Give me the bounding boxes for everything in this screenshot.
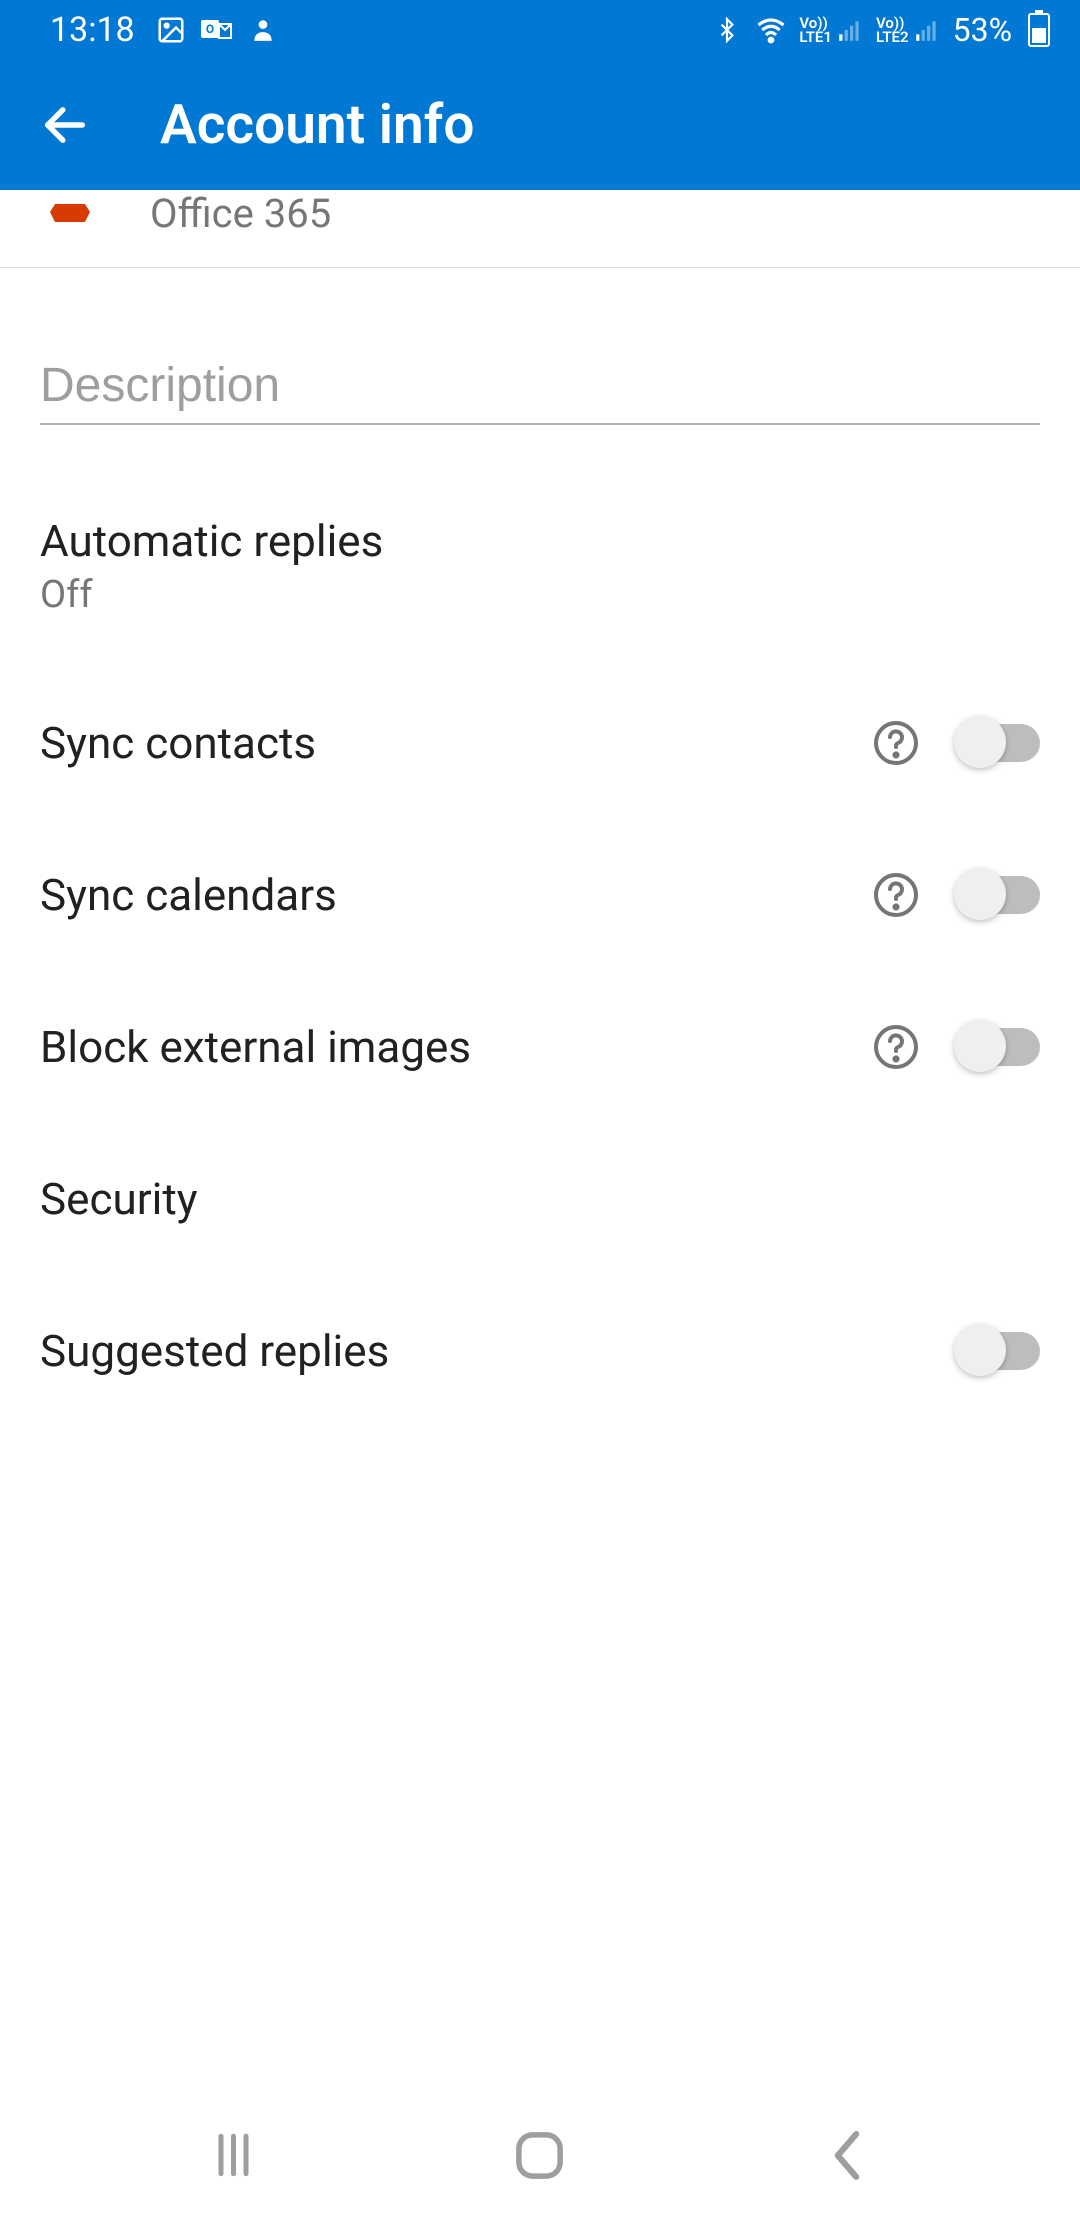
help-icon[interactable] [872, 1023, 920, 1071]
automatic-replies-label: Automatic replies [40, 515, 383, 567]
suggested-replies-label: Suggested replies [40, 1325, 389, 1377]
bluetooth-icon [711, 14, 743, 46]
app-bar: Account info [0, 60, 1080, 190]
sync-calendars-label: Sync calendars [40, 869, 337, 921]
back-button[interactable] [20, 80, 110, 170]
status-time: 13:18 [50, 10, 135, 50]
sync-calendars-item: Sync calendars [40, 819, 1040, 971]
security-label: Security [40, 1173, 198, 1225]
wifi-icon [755, 14, 787, 46]
block-external-images-item: Block external images [40, 971, 1040, 1123]
help-icon[interactable] [872, 871, 920, 919]
suggested-replies-item: Suggested replies [40, 1275, 1040, 1427]
suggested-replies-toggle[interactable] [960, 1332, 1040, 1370]
person-icon [247, 14, 279, 46]
lte1-signal: Vo)) LTE1 [799, 16, 864, 44]
office-icon [40, 202, 100, 226]
automatic-replies-item[interactable]: Automatic replies Off [40, 445, 1040, 667]
page-title: Account info [160, 93, 474, 157]
block-external-images-label: Block external images [40, 1021, 471, 1073]
block-external-images-toggle[interactable] [960, 1028, 1040, 1066]
automatic-replies-status: Off [40, 573, 383, 617]
battery-percent: 53% [953, 11, 1012, 49]
navigation-bar [0, 2090, 1080, 2220]
account-row[interactable]: Office 365 [0, 190, 1080, 268]
status-bar: 13:18 O Vo)) LTE1 [0, 0, 1080, 60]
sync-calendars-toggle[interactable] [960, 876, 1040, 914]
nav-back-button[interactable] [812, 2120, 882, 2190]
home-button[interactable] [505, 2120, 575, 2190]
sync-contacts-label: Sync contacts [40, 717, 316, 769]
outlook-icon: O [201, 14, 233, 46]
sync-contacts-toggle[interactable] [960, 724, 1040, 762]
sync-contacts-item: Sync contacts [40, 667, 1040, 819]
image-icon [155, 14, 187, 46]
account-type-label: Office 365 [150, 190, 331, 237]
lte2-signal: Vo)) LTE2 [876, 16, 941, 44]
security-item[interactable]: Security [40, 1123, 1040, 1275]
description-input[interactable] [40, 348, 1040, 425]
recents-button[interactable] [198, 2120, 268, 2190]
help-icon[interactable] [872, 719, 920, 767]
svg-text:O: O [206, 22, 214, 36]
battery-icon [1028, 13, 1050, 47]
